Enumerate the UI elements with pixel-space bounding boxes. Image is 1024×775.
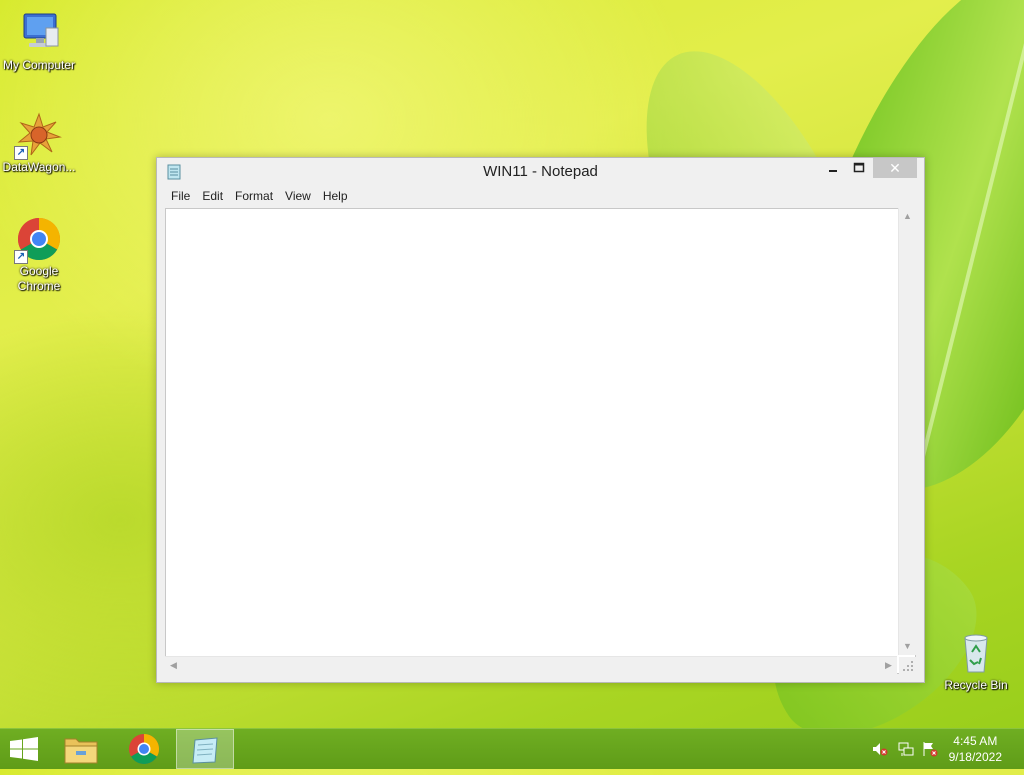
close-button[interactable]: ✕	[873, 158, 917, 178]
desktop-icon-my-computer[interactable]: My Computer	[1, 10, 77, 73]
taskbar: 4:45 AM 9/18/2022	[0, 728, 1024, 769]
system-clock[interactable]: 4:45 AM 9/18/2022	[949, 733, 1002, 765]
network-icon[interactable]	[898, 741, 914, 757]
maximize-button[interactable]	[847, 158, 871, 178]
close-icon: ✕	[889, 160, 901, 176]
clock-time: 4:45 AM	[953, 734, 998, 748]
desktop-icon-label: Recycle Bin	[944, 678, 1008, 692]
volume-muted-icon[interactable]	[872, 741, 888, 757]
desktop-icon-label: DataWagon...	[2, 160, 76, 174]
menu-format[interactable]: Format	[229, 187, 279, 205]
menu-file[interactable]: File	[165, 187, 196, 205]
desktop-icon-recycle-bin[interactable]: Recycle Bin	[938, 630, 1014, 693]
notepad-window[interactable]: WIN11 - Notepad ✕ File Edit Format View Help…	[156, 157, 925, 683]
title-bar[interactable]: WIN11 - Notepad ✕	[157, 158, 924, 186]
chrome-icon: ↗	[14, 216, 62, 264]
menu-bar: File Edit Format View Help	[165, 187, 354, 207]
shortcut-arrow-icon: ↗	[14, 250, 28, 264]
start-button[interactable]	[0, 729, 58, 769]
chrome-taskbar-button[interactable]	[114, 729, 172, 769]
desktop-icon-label: My Computer	[2, 58, 76, 72]
window-title: WIN11 - Notepad	[483, 163, 598, 180]
notepad-taskbar-button[interactable]	[176, 729, 234, 769]
text-editor-area[interactable]	[165, 208, 916, 674]
menu-help[interactable]: Help	[317, 187, 354, 205]
clock-date: 9/18/2022	[948, 750, 1002, 764]
minimize-button[interactable]	[821, 158, 845, 178]
file-explorer-taskbar-button[interactable]	[52, 729, 110, 769]
shortcut-arrow-icon: ↗	[14, 146, 28, 160]
action-center-flag-icon[interactable]	[922, 741, 938, 757]
computer-icon	[16, 10, 62, 56]
recycle-bin-icon	[953, 630, 999, 676]
menu-view[interactable]: View	[279, 187, 317, 205]
desktop-icon-label: Google Chrome	[17, 264, 61, 293]
datawagon-icon: ↗	[14, 112, 62, 160]
chrome-icon	[129, 734, 160, 765]
desktop-icon-datawagon[interactable]: ↗ DataWagon...	[1, 112, 77, 175]
desktop-icon-google-chrome[interactable]: ↗ Google Chrome	[1, 216, 77, 294]
menu-edit[interactable]: Edit	[196, 187, 229, 205]
notepad-icon	[192, 737, 218, 764]
folder-icon	[64, 738, 98, 764]
